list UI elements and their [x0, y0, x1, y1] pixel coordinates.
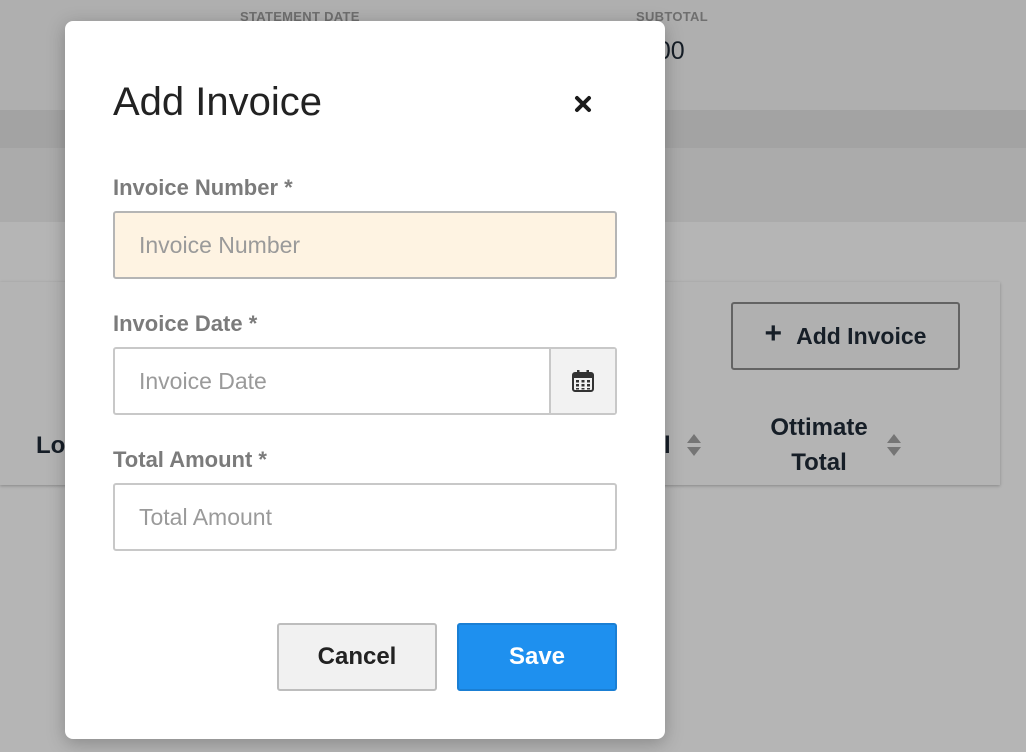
- invoice-date-input[interactable]: [115, 349, 549, 413]
- invoice-date-label: Invoice Date *: [113, 311, 258, 336]
- cancel-button[interactable]: Cancel: [277, 623, 437, 691]
- invoice-number-input[interactable]: [113, 211, 617, 279]
- close-icon: [575, 96, 591, 112]
- modal-title: Add Invoice: [113, 80, 323, 124]
- add-invoice-modal: Add Invoice Invoice Number * Invoice Dat…: [65, 21, 665, 739]
- date-picker-button[interactable]: [549, 349, 615, 413]
- invoice-date-field: [113, 347, 617, 415]
- total-amount-label: Total Amount *: [113, 447, 267, 472]
- calendar-icon: [572, 370, 594, 392]
- close-button[interactable]: [565, 88, 601, 120]
- save-button[interactable]: Save: [457, 623, 617, 691]
- invoice-number-label: Invoice Number *: [113, 175, 293, 200]
- total-amount-input[interactable]: [113, 483, 617, 551]
